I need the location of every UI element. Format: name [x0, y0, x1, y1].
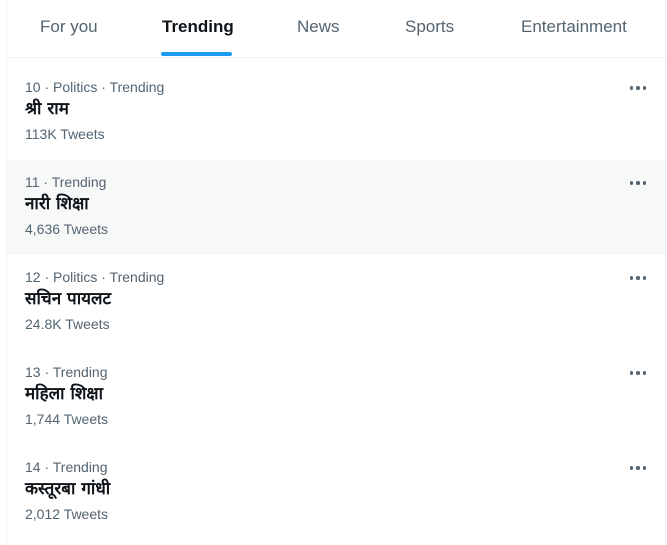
- tab-for-you[interactable]: For you: [7, 0, 131, 57]
- trend-name: महिला शिक्षा: [25, 384, 103, 404]
- more-horizontal-icon: [636, 86, 640, 90]
- tab-label: For you: [40, 17, 98, 36]
- tab-sports[interactable]: Sports: [375, 0, 487, 57]
- more-options-button[interactable]: [625, 360, 651, 386]
- trend-name: सचिन पायलट: [25, 289, 112, 309]
- more-horizontal-icon: [636, 276, 640, 280]
- more-horizontal-icon: [642, 371, 647, 375]
- more-horizontal-icon: [636, 466, 640, 470]
- trend-name: नारी शिक्षा: [25, 194, 89, 214]
- trend-item[interactable]: 13 · Trending महिला शिक्षा 1,744 Tweets: [7, 350, 665, 445]
- tab-news[interactable]: News: [263, 0, 375, 57]
- explore-panel: For you Trending News Sports Entertainme…: [6, 0, 666, 545]
- trend-tweet-count: 4,636 Tweets: [25, 221, 109, 237]
- explore-tabs: For you Trending News Sports Entertainme…: [7, 0, 665, 58]
- trend-tweet-count: 24.8K Tweets: [25, 316, 110, 332]
- trend-meta: 11 · Trending: [25, 174, 107, 190]
- tab-label: Sports: [405, 17, 455, 36]
- more-horizontal-icon: [636, 371, 640, 375]
- more-horizontal-icon: [629, 371, 634, 375]
- more-horizontal-icon: [629, 181, 634, 185]
- trend-tweet-count: 1,744 Tweets: [25, 411, 109, 427]
- active-tab-indicator: [161, 52, 232, 56]
- more-horizontal-icon: [629, 466, 634, 470]
- more-horizontal-icon: [629, 276, 634, 280]
- tab-trending[interactable]: Trending: [131, 0, 263, 57]
- more-horizontal-icon: [629, 86, 634, 90]
- more-options-button[interactable]: [625, 265, 651, 291]
- more-options-button[interactable]: [625, 75, 651, 101]
- tab-label: News: [297, 17, 340, 36]
- trend-item[interactable]: 14 · Trending कस्तूरबा गांधी 2,012 Tweet…: [7, 445, 665, 540]
- trend-meta: 10 · Politics · Trending: [25, 79, 165, 95]
- more-horizontal-icon: [636, 181, 640, 185]
- trend-item[interactable]: 12 · Politics · Trending सचिन पायलट 24.8…: [7, 255, 665, 350]
- tab-label: Entertainment: [521, 17, 627, 36]
- more-options-button[interactable]: [625, 170, 651, 196]
- trend-name: कस्तूरबा गांधी: [25, 479, 111, 499]
- more-horizontal-icon: [642, 181, 647, 185]
- more-horizontal-icon: [642, 466, 647, 470]
- trend-meta: 12 · Politics · Trending: [25, 269, 165, 285]
- trend-tweet-count: 2,012 Tweets: [25, 506, 109, 522]
- tab-label: Trending: [162, 17, 234, 36]
- more-horizontal-icon: [642, 276, 647, 280]
- more-options-button[interactable]: [625, 455, 651, 481]
- trend-tweet-count: 113K Tweets: [25, 126, 105, 142]
- more-horizontal-icon: [642, 86, 647, 90]
- trend-meta: 13 · Trending: [25, 364, 108, 380]
- tab-entertainment[interactable]: Entertainment: [487, 0, 665, 57]
- trend-item[interactable]: 10 · Politics · Trending श्री राम 113K T…: [7, 65, 665, 160]
- trend-meta: 14 · Trending: [25, 459, 108, 475]
- trend-name: श्री राम: [25, 99, 69, 119]
- trend-item[interactable]: 11 · Trending नारी शिक्षा 4,636 Tweets: [7, 160, 665, 255]
